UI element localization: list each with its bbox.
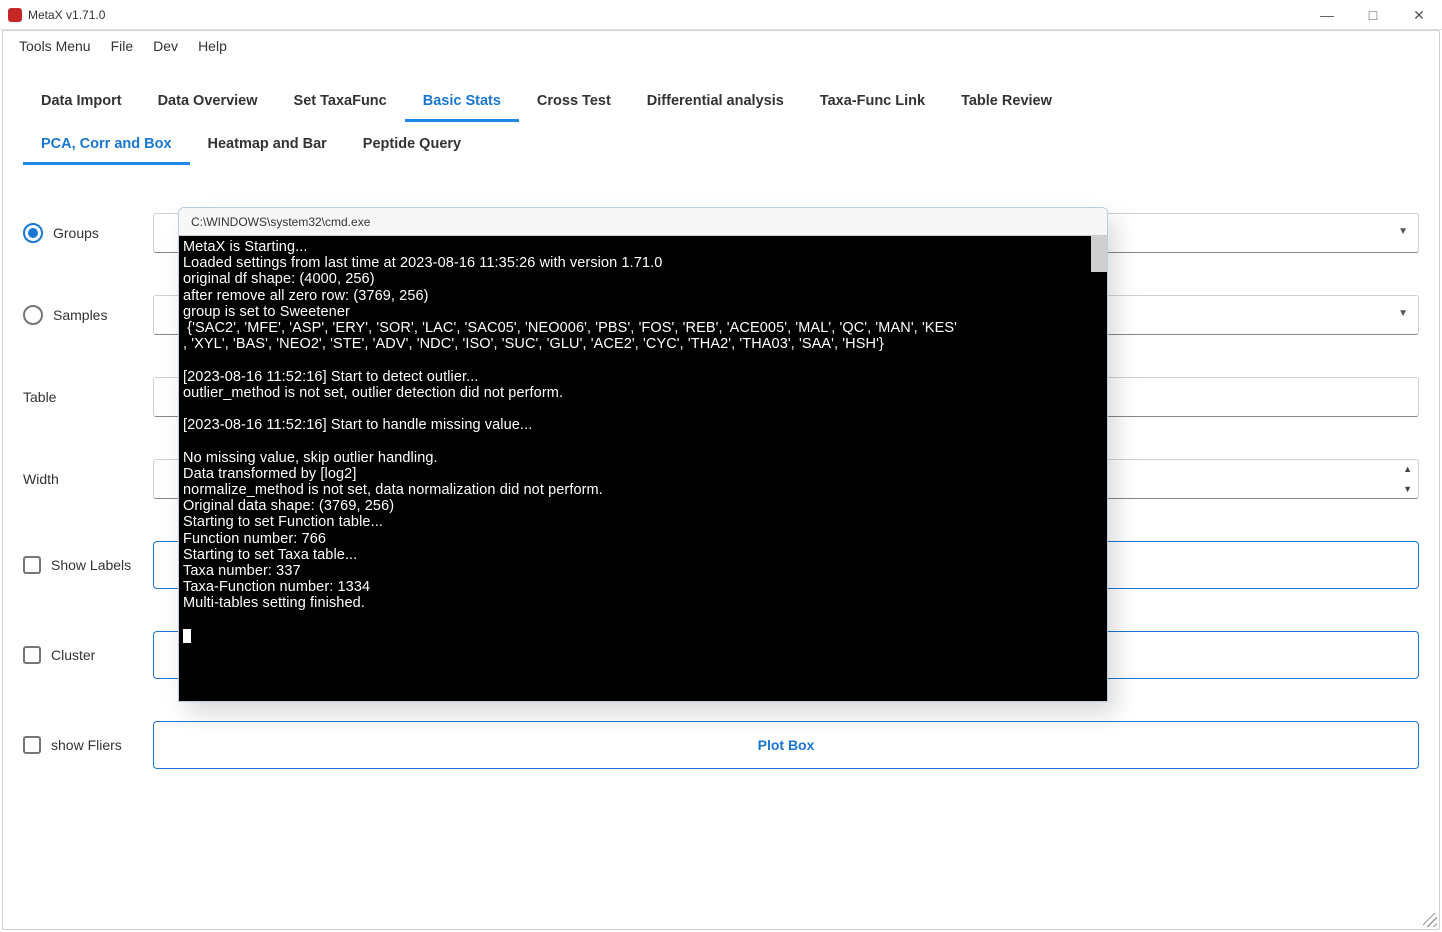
- show-fliers-label: show Fliers: [51, 737, 122, 753]
- console-output[interactable]: MetaX is Starting... Loaded settings fro…: [179, 236, 1107, 701]
- samples-label: Samples: [53, 307, 107, 323]
- titlebar: MetaX v1.71.0 — □ ✕: [0, 0, 1442, 30]
- menu-file[interactable]: File: [101, 34, 144, 58]
- tab-data-import[interactable]: Data Import: [23, 83, 140, 122]
- cluster-label: Cluster: [51, 647, 95, 663]
- show-labels-checkbox[interactable]: [23, 556, 41, 574]
- menu-dev[interactable]: Dev: [143, 34, 188, 58]
- console-title: C:\WINDOWS\system32\cmd.exe: [179, 208, 1107, 236]
- menu-help[interactable]: Help: [188, 34, 237, 58]
- console-cursor: [183, 629, 191, 643]
- width-label: Width: [23, 471, 59, 487]
- show-fliers-checkbox[interactable]: [23, 736, 41, 754]
- tab-cross-test[interactable]: Cross Test: [519, 83, 629, 122]
- samples-radio[interactable]: [23, 305, 43, 325]
- console-scrollbar[interactable]: [1091, 236, 1107, 272]
- console-text: MetaX is Starting... Loaded settings fro…: [183, 239, 957, 611]
- subtab-peptide-query[interactable]: Peptide Query: [345, 126, 479, 165]
- menubar: Tools Menu File Dev Help: [3, 31, 1439, 61]
- maximize-button[interactable]: □: [1350, 0, 1396, 30]
- table-label: Table: [23, 389, 56, 405]
- subtab-pca-corr-box[interactable]: PCA, Corr and Box: [23, 126, 190, 165]
- chevron-down-icon: ▼: [1398, 308, 1408, 319]
- app-icon: [8, 8, 22, 22]
- tab-set-taxafunc[interactable]: Set TaxaFunc: [276, 83, 405, 122]
- groups-radio[interactable]: [23, 223, 43, 243]
- minimize-button[interactable]: —: [1304, 0, 1350, 30]
- tab-differential-analysis[interactable]: Differential analysis: [629, 83, 802, 122]
- console-window: C:\WINDOWS\system32\cmd.exe MetaX is Sta…: [178, 207, 1108, 702]
- tab-basic-stats[interactable]: Basic Stats: [405, 83, 519, 122]
- plot-box-button[interactable]: Plot Box: [153, 721, 1419, 769]
- show-labels-label: Show Labels: [51, 557, 131, 573]
- resize-grip-icon[interactable]: [1423, 913, 1437, 927]
- step-up-icon[interactable]: ▲: [1403, 464, 1412, 474]
- chevron-down-icon: ▼: [1398, 226, 1408, 237]
- cluster-checkbox[interactable]: [23, 646, 41, 664]
- tab-table-review[interactable]: Table Review: [943, 83, 1070, 122]
- sub-tabs: PCA, Corr and Box Heatmap and Bar Peptid…: [23, 126, 1419, 165]
- close-button[interactable]: ✕: [1396, 0, 1442, 30]
- main-tabs: Data Import Data Overview Set TaxaFunc B…: [23, 83, 1419, 122]
- menu-tools[interactable]: Tools Menu: [9, 34, 101, 58]
- step-down-icon[interactable]: ▼: [1403, 484, 1412, 494]
- subtab-heatmap-bar[interactable]: Heatmap and Bar: [190, 126, 345, 165]
- tab-data-overview[interactable]: Data Overview: [140, 83, 276, 122]
- groups-label: Groups: [53, 225, 99, 241]
- tab-taxa-func-link[interactable]: Taxa-Func Link: [802, 83, 943, 122]
- window-title: MetaX v1.71.0: [28, 8, 1304, 22]
